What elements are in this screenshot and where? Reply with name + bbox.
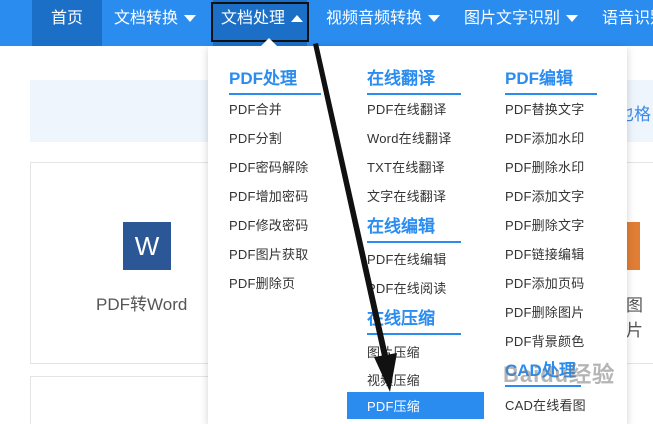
section-title-online-compress: 在线压缩 bbox=[367, 304, 461, 335]
tool-card-label: PDF转Word bbox=[96, 295, 188, 314]
chevron-down-icon bbox=[184, 15, 197, 23]
annotation-highlight-box bbox=[211, 2, 309, 42]
section-title-online-translate: 在线翻译 bbox=[367, 64, 461, 95]
menu-item-pdf-translate[interactable]: PDF在线翻译 bbox=[367, 99, 446, 118]
menu-item-pdf-delete-image[interactable]: PDF删除图片 bbox=[505, 302, 584, 321]
menu-item-cad-viewer[interactable]: CAD在线看图 bbox=[505, 395, 586, 414]
menu-item-word-translate[interactable]: Word在线翻译 bbox=[367, 128, 451, 147]
menu-item-pdf-extract-images[interactable]: PDF图片获取 bbox=[229, 244, 308, 263]
menu-item-pdf-link-edit[interactable]: PDF链接编辑 bbox=[505, 244, 584, 263]
menu-item-pdf-add-watermark[interactable]: PDF添加水印 bbox=[505, 128, 584, 147]
menu-item-video-compress[interactable]: 视频压缩 bbox=[367, 370, 420, 389]
menu-item-pdf-change-password[interactable]: PDF修改密码 bbox=[229, 215, 308, 234]
nav-doc-convert[interactable]: 文档转换 bbox=[114, 0, 197, 46]
menu-item-pdf-online-read[interactable]: PDF在线阅读 bbox=[367, 278, 446, 297]
tool-card[interactable] bbox=[30, 376, 222, 424]
section-title-pdf-edit: PDF编辑 bbox=[505, 64, 597, 95]
menu-item-pdf-online-edit[interactable]: PDF在线编辑 bbox=[367, 249, 446, 268]
menu-item-txt-translate[interactable]: TXT在线翻译 bbox=[367, 157, 445, 176]
image-tool-icon bbox=[626, 222, 640, 270]
menu-item-pdf-add-page-number[interactable]: PDF添加页码 bbox=[505, 273, 584, 292]
chevron-down-icon bbox=[566, 15, 579, 23]
tool-card-right-label: 图片 bbox=[626, 296, 643, 340]
nav-voice-label: 语音识别 bbox=[602, 10, 653, 27]
menu-item-pdf-background-color[interactable]: PDF背景颜色 bbox=[505, 331, 584, 350]
word-icon: W bbox=[123, 222, 171, 270]
nav-image-text[interactable]: 图片文字识别 bbox=[464, 0, 579, 46]
watermark-logo: Baidu经验 bbox=[503, 362, 616, 387]
nav-video-audio-label: 视频音频转换 bbox=[326, 10, 423, 27]
dropdown-caret bbox=[261, 38, 277, 46]
menu-item-pdf-merge[interactable]: PDF合并 bbox=[229, 99, 282, 118]
menu-item-pdf-delete-page[interactable]: PDF删除页 bbox=[229, 273, 295, 292]
menu-item-text-translate[interactable]: 文字在线翻译 bbox=[367, 186, 446, 205]
menu-item-pdf-replace-text[interactable]: PDF替换文字 bbox=[505, 99, 584, 118]
nav-image-text-label: 图片文字识别 bbox=[464, 10, 561, 27]
menu-item-image-compress[interactable]: 图片压缩 bbox=[367, 342, 420, 361]
menu-item-pdf-add-password[interactable]: PDF增加密码 bbox=[229, 186, 308, 205]
menu-item-pdf-split[interactable]: PDF分割 bbox=[229, 128, 282, 147]
menu-item-pdf-remove-password[interactable]: PDF密码解除 bbox=[229, 157, 308, 176]
menu-item-pdf-add-text[interactable]: PDF添加文字 bbox=[505, 186, 584, 205]
nav-voice[interactable]: 语音识别 bbox=[602, 0, 653, 46]
top-nav-bar: 首页 文档转换 文档处理 视频音频转换 图片文字识别 语音识别 bbox=[0, 0, 653, 46]
nav-home[interactable]: 首页 bbox=[32, 0, 102, 46]
menu-item-pdf-compress[interactable]: PDF压缩 bbox=[347, 392, 484, 419]
chevron-down-icon bbox=[428, 15, 441, 23]
nav-doc-convert-label: 文档转换 bbox=[114, 10, 179, 27]
section-title-online-edit: 在线编辑 bbox=[367, 212, 461, 243]
menu-item-pdf-remove-watermark[interactable]: PDF删除水印 bbox=[505, 157, 584, 176]
menu-item-pdf-delete-text[interactable]: PDF删除文字 bbox=[505, 215, 584, 234]
section-title-pdf-process: PDF处理 bbox=[229, 64, 321, 95]
nav-video-audio[interactable]: 视频音频转换 bbox=[326, 0, 441, 46]
